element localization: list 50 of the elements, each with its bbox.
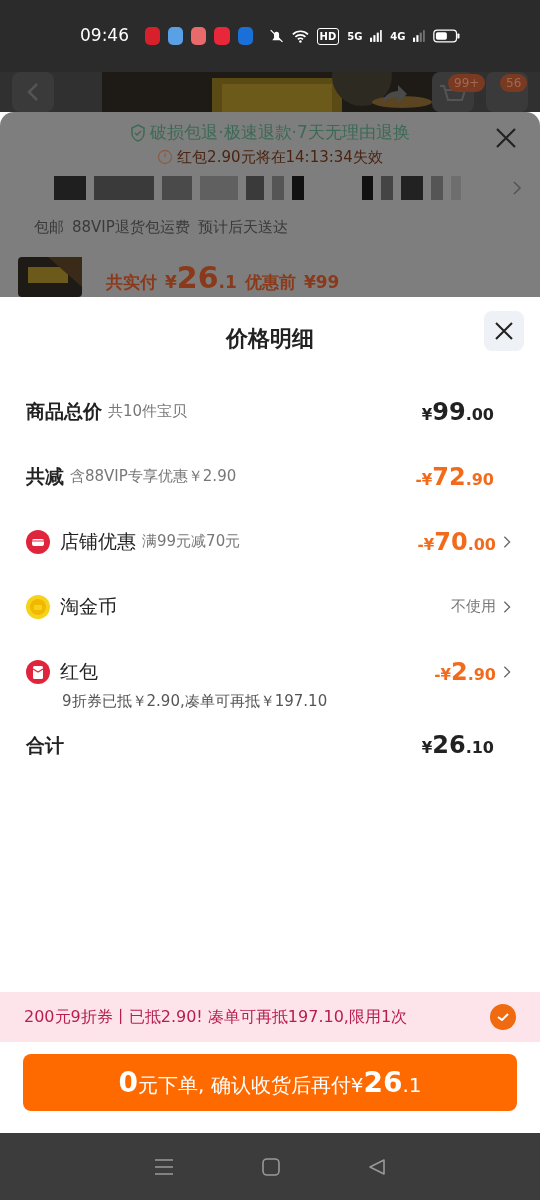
chevron-right-icon — [512, 180, 522, 196]
paid-label: 共实付 — [106, 270, 157, 294]
row-label: 商品总价 — [26, 399, 102, 425]
service-text: 预计后天送达 — [197, 217, 288, 238]
price-amount: -¥70.00 — [417, 526, 496, 558]
paid-amount: ¥26.1 — [165, 258, 237, 297]
close-icon[interactable] — [494, 126, 518, 150]
row-detail: 9折券已抵￥2.90,凑单可再抵￥197.10 — [61, 691, 329, 712]
row-note: 满99元减70元 — [142, 531, 241, 553]
close-button[interactable] — [484, 311, 524, 351]
check-circle-icon[interactable] — [490, 1004, 516, 1030]
shield-check-icon — [130, 123, 147, 142]
place-order-button[interactable]: 0元下单, 确认收货后再付¥26.1 — [23, 1054, 517, 1111]
price-amount: -¥2.90 — [434, 656, 496, 688]
price-amount: ¥26.10 — [421, 730, 494, 761]
row-label: 共减 — [26, 464, 64, 490]
hd-indicator: HD — [316, 27, 340, 45]
row-value: 不使用 — [451, 596, 496, 618]
price-amount: ¥99.00 — [421, 396, 494, 428]
service-text: 包邮 — [34, 217, 64, 238]
signal-icon — [413, 29, 426, 43]
clock-icon — [157, 148, 174, 165]
before-price-label: 优惠前 — [244, 270, 296, 294]
coupon-text: 200元9折券丨已抵2.90! 凑单可再抵197.10,限用1次 — [24, 1006, 409, 1028]
close-icon — [494, 321, 514, 341]
wifi-icon — [291, 28, 309, 44]
network-label: 5G — [347, 29, 363, 44]
envelope-icon — [26, 659, 50, 684]
status-time: 09:46 — [80, 24, 129, 48]
bell-muted-icon — [268, 27, 284, 45]
row-label: 淘金币 — [60, 594, 117, 620]
back-icon[interactable] — [368, 1157, 386, 1176]
row-note: 含88VIP专享优惠￥2.90 — [70, 466, 237, 488]
row-label: 红包 — [60, 659, 98, 685]
row-note: 共10件宝贝 — [108, 401, 188, 423]
row-label: 合计 — [26, 732, 64, 758]
guarantee-text: 破损包退·极速退款·7天无理由退换 — [150, 121, 410, 144]
before-price: ¥99 — [303, 270, 340, 294]
row-label: 店铺优惠 — [60, 529, 136, 555]
battery-icon — [433, 28, 460, 44]
service-text: 88VIP退货包运费 — [72, 217, 190, 238]
home-icon[interactable] — [262, 1157, 280, 1176]
sheet-title: 价格明细 — [226, 324, 314, 353]
network-label: 4G — [390, 29, 406, 44]
signal-icon — [370, 29, 383, 43]
coin-icon — [26, 594, 50, 619]
menu-icon[interactable] — [154, 1157, 174, 1176]
shop-icon — [26, 529, 50, 554]
price-amount: -¥72.90 — [415, 461, 494, 493]
expiry-text: 红包2.90元将在14:13:34失效 — [177, 146, 383, 168]
